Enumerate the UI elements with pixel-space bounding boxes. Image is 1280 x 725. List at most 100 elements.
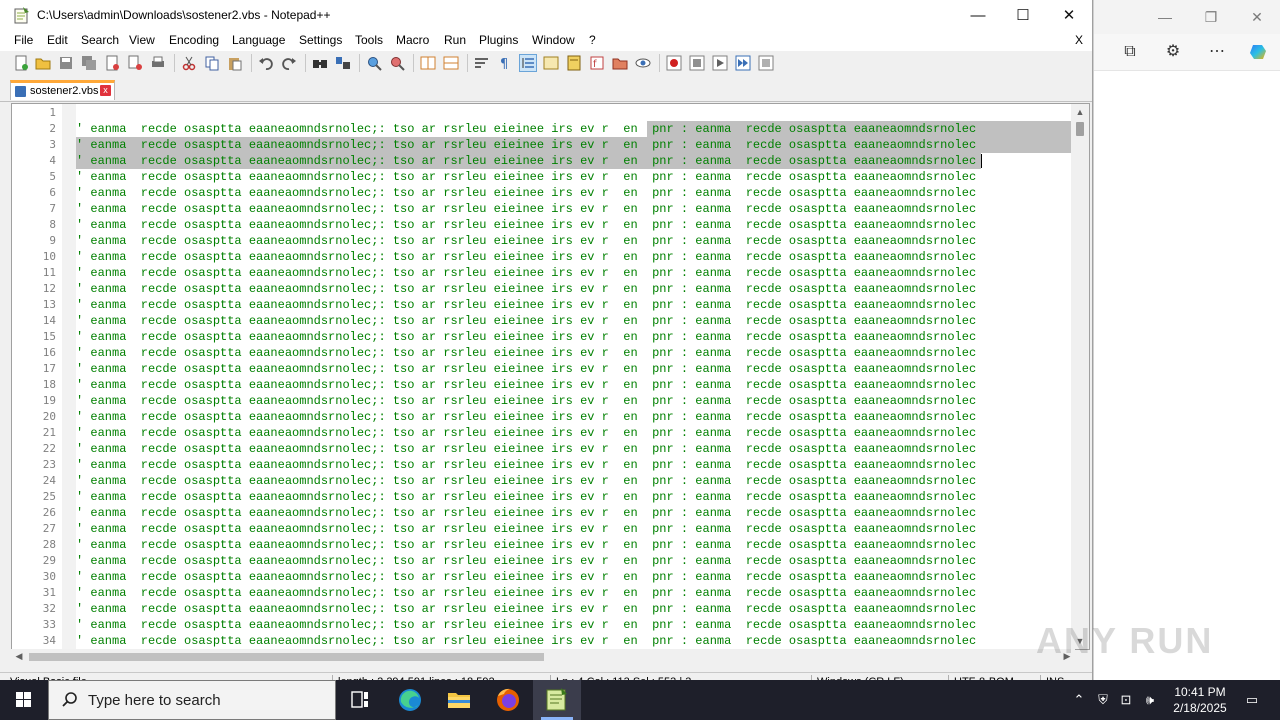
text-area[interactable]: ' eanma recde osasptta eaaneaomndsrnolec… [76,104,1071,649]
vertical-scrollbar[interactable]: ▲ ▼ [1071,104,1089,649]
code-line[interactable]: ' eanma recde osasptta eaaneaomndsrnolec… [76,585,1071,601]
code-line[interactable]: ' eanma recde osasptta eaaneaomndsrnolec… [76,361,1071,377]
code-line[interactable]: ' eanma recde osasptta eaaneaomndsrnolec… [76,489,1071,505]
tab-sostener2[interactable]: sostener2.vbs x [10,80,115,100]
code-line[interactable]: ' eanma recde osasptta eaaneaomndsrnolec… [76,265,1071,281]
scroll-up-icon[interactable]: ▲ [1071,104,1089,120]
document-map-icon[interactable] [566,55,582,71]
taskbar-edge[interactable] [386,680,434,720]
zoom-in-icon[interactable] [366,55,382,71]
code-line[interactable]: ' eanma recde osasptta eaaneaomndsrnolec… [76,201,1071,217]
show-hidden-icons-icon[interactable]: ⌃ [1070,691,1088,709]
notifications-icon[interactable]: ▭ [1243,691,1261,709]
play-macro-icon[interactable] [712,55,728,71]
extensions-icon[interactable]: ⚙ [1159,38,1187,66]
show-all-characters-icon[interactable]: ¶ [497,55,513,71]
redo-icon[interactable] [281,55,297,71]
code-line[interactable]: ' eanma recde osasptta eaaneaomndsrnolec… [76,281,1071,297]
taskbar-search-box[interactable]: Type here to search [48,680,336,720]
menu-macro[interactable]: Macro [396,33,429,47]
code-line[interactable]: ' eanma recde osasptta eaaneaomndsrnolec… [76,297,1071,313]
indent-guide-icon[interactable] [519,54,537,72]
maximize-button[interactable]: ☐ [1000,0,1046,31]
code-line[interactable]: ' eanma recde osasptta eaaneaomndsrnolec… [76,441,1071,457]
save-all-icon[interactable] [81,55,97,71]
tab-close-icon[interactable]: x [100,85,111,96]
close-all-icon[interactable] [127,55,143,71]
save-icon[interactable] [58,55,74,71]
zoom-out-icon[interactable] [389,55,405,71]
undo-icon[interactable] [258,55,274,71]
network-icon[interactable]: ⊡ [1117,691,1135,709]
save-macro-icon[interactable] [758,55,774,71]
task-view-button[interactable] [336,680,384,720]
code-line[interactable]: ' eanma recde osasptta eaaneaomndsrnolec… [76,121,1071,137]
menu-plugins[interactable]: Plugins [479,33,518,47]
code-line[interactable]: ' eanma recde osasptta eaaneaomndsrnolec… [76,409,1071,425]
taskbar-firefox[interactable] [484,680,532,720]
editor[interactable]: 1 2 3 4 5 6 7 8 9 10 11 12 13 14 15 16 17 18 19 20 21 22 23 24 2… [11,103,1090,650]
record-macro-icon[interactable] [666,55,682,71]
menu-search[interactable]: Search [81,33,119,47]
menu-window[interactable]: Window [532,33,575,47]
taskbar-file-explorer[interactable] [435,680,483,720]
find-icon[interactable] [312,55,328,71]
run-macro-multiple-icon[interactable] [735,55,751,71]
more-options-icon[interactable]: ⋯ [1203,38,1231,66]
bg-close-button[interactable]: ✕ [1241,3,1273,31]
volume-icon[interactable]: 🕪 [1141,691,1159,709]
security-icon[interactable]: ⛨ [1094,691,1112,709]
code-line[interactable]: ' eanma recde osasptta eaaneaomndsrnolec… [76,633,1071,649]
code-line[interactable]: ' eanma recde osasptta eaaneaomndsrnolec… [76,505,1071,521]
clock[interactable]: 10:41 PM 2/18/2025 [1160,684,1240,716]
menu-settings[interactable]: Settings [299,33,342,47]
function-list-icon[interactable]: f [589,55,605,71]
bg-restore-button[interactable]: ❐ [1195,3,1227,31]
folder-workspace-icon[interactable] [612,55,628,71]
menu-run[interactable]: Run [444,33,466,47]
word-wrap-icon[interactable] [474,55,490,71]
code-line[interactable]: ' eanma recde osasptta eaaneaomndsrnolec… [76,601,1071,617]
copilot-icon[interactable] [1245,38,1273,66]
code-line[interactable]: ' eanma recde osasptta eaaneaomndsrnolec… [76,425,1071,441]
print-icon[interactable] [150,55,166,71]
menu-file[interactable]: File [14,33,33,47]
new-file-icon[interactable] [13,55,29,71]
code-line[interactable]: ' eanma recde osasptta eaaneaomndsrnolec… [76,537,1071,553]
cut-icon[interactable] [181,55,197,71]
horizontal-scroll-thumb[interactable] [29,653,544,661]
code-line[interactable]: ' eanma recde osasptta eaaneaomndsrnolec… [76,137,1071,153]
start-button[interactable] [0,680,48,720]
sync-vertical-icon[interactable] [420,55,436,71]
scroll-left-icon[interactable]: ◀ [11,649,27,664]
menu-view[interactable]: View [129,33,155,47]
menu-language[interactable]: Language [232,33,285,47]
code-line[interactable]: ' eanma recde osasptta eaaneaomndsrnolec… [76,313,1071,329]
code-line[interactable]: ' eanma recde osasptta eaaneaomndsrnolec… [76,185,1071,201]
sync-horizontal-icon[interactable] [443,55,459,71]
code-line[interactable]: ' eanma recde osasptta eaaneaomndsrnolec… [76,329,1071,345]
menu-encoding[interactable]: Encoding [169,33,219,47]
code-line[interactable]: ' eanma recde osasptta eaaneaomndsrnolec… [76,377,1071,393]
user-language-icon[interactable] [543,55,559,71]
code-line[interactable]: ' eanma recde osasptta eaaneaomndsrnolec… [76,217,1071,233]
code-line[interactable]: ' eanma recde osasptta eaaneaomndsrnolec… [76,249,1071,265]
open-file-icon[interactable] [35,55,51,71]
vertical-scroll-thumb[interactable] [1076,122,1084,136]
code-line[interactable]: ' eanma recde osasptta eaaneaomndsrnolec… [76,153,1071,169]
bg-minimize-button[interactable]: — [1149,3,1181,31]
code-line[interactable]: ' eanma recde osasptta eaaneaomndsrnolec… [76,617,1071,633]
horizontal-scrollbar[interactable]: ◀ ▶ [11,649,1075,664]
code-line[interactable]: ' eanma recde osasptta eaaneaomndsrnolec… [76,553,1071,569]
menu-edit[interactable]: Edit [47,33,68,47]
collections-icon[interactable]: ⧉ [1116,38,1144,66]
close-button[interactable]: ✕ [1046,0,1092,31]
copy-icon[interactable] [204,55,220,71]
close-file-icon[interactable] [104,55,120,71]
code-line[interactable]: ' eanma recde osasptta eaaneaomndsrnolec… [76,393,1071,409]
taskbar-notepadpp[interactable] [533,680,581,720]
stop-macro-icon[interactable] [689,55,705,71]
code-line[interactable]: ' eanma recde osasptta eaaneaomndsrnolec… [76,473,1071,489]
code-line[interactable]: ' eanma recde osasptta eaaneaomndsrnolec… [76,169,1071,185]
replace-icon[interactable] [335,55,351,71]
